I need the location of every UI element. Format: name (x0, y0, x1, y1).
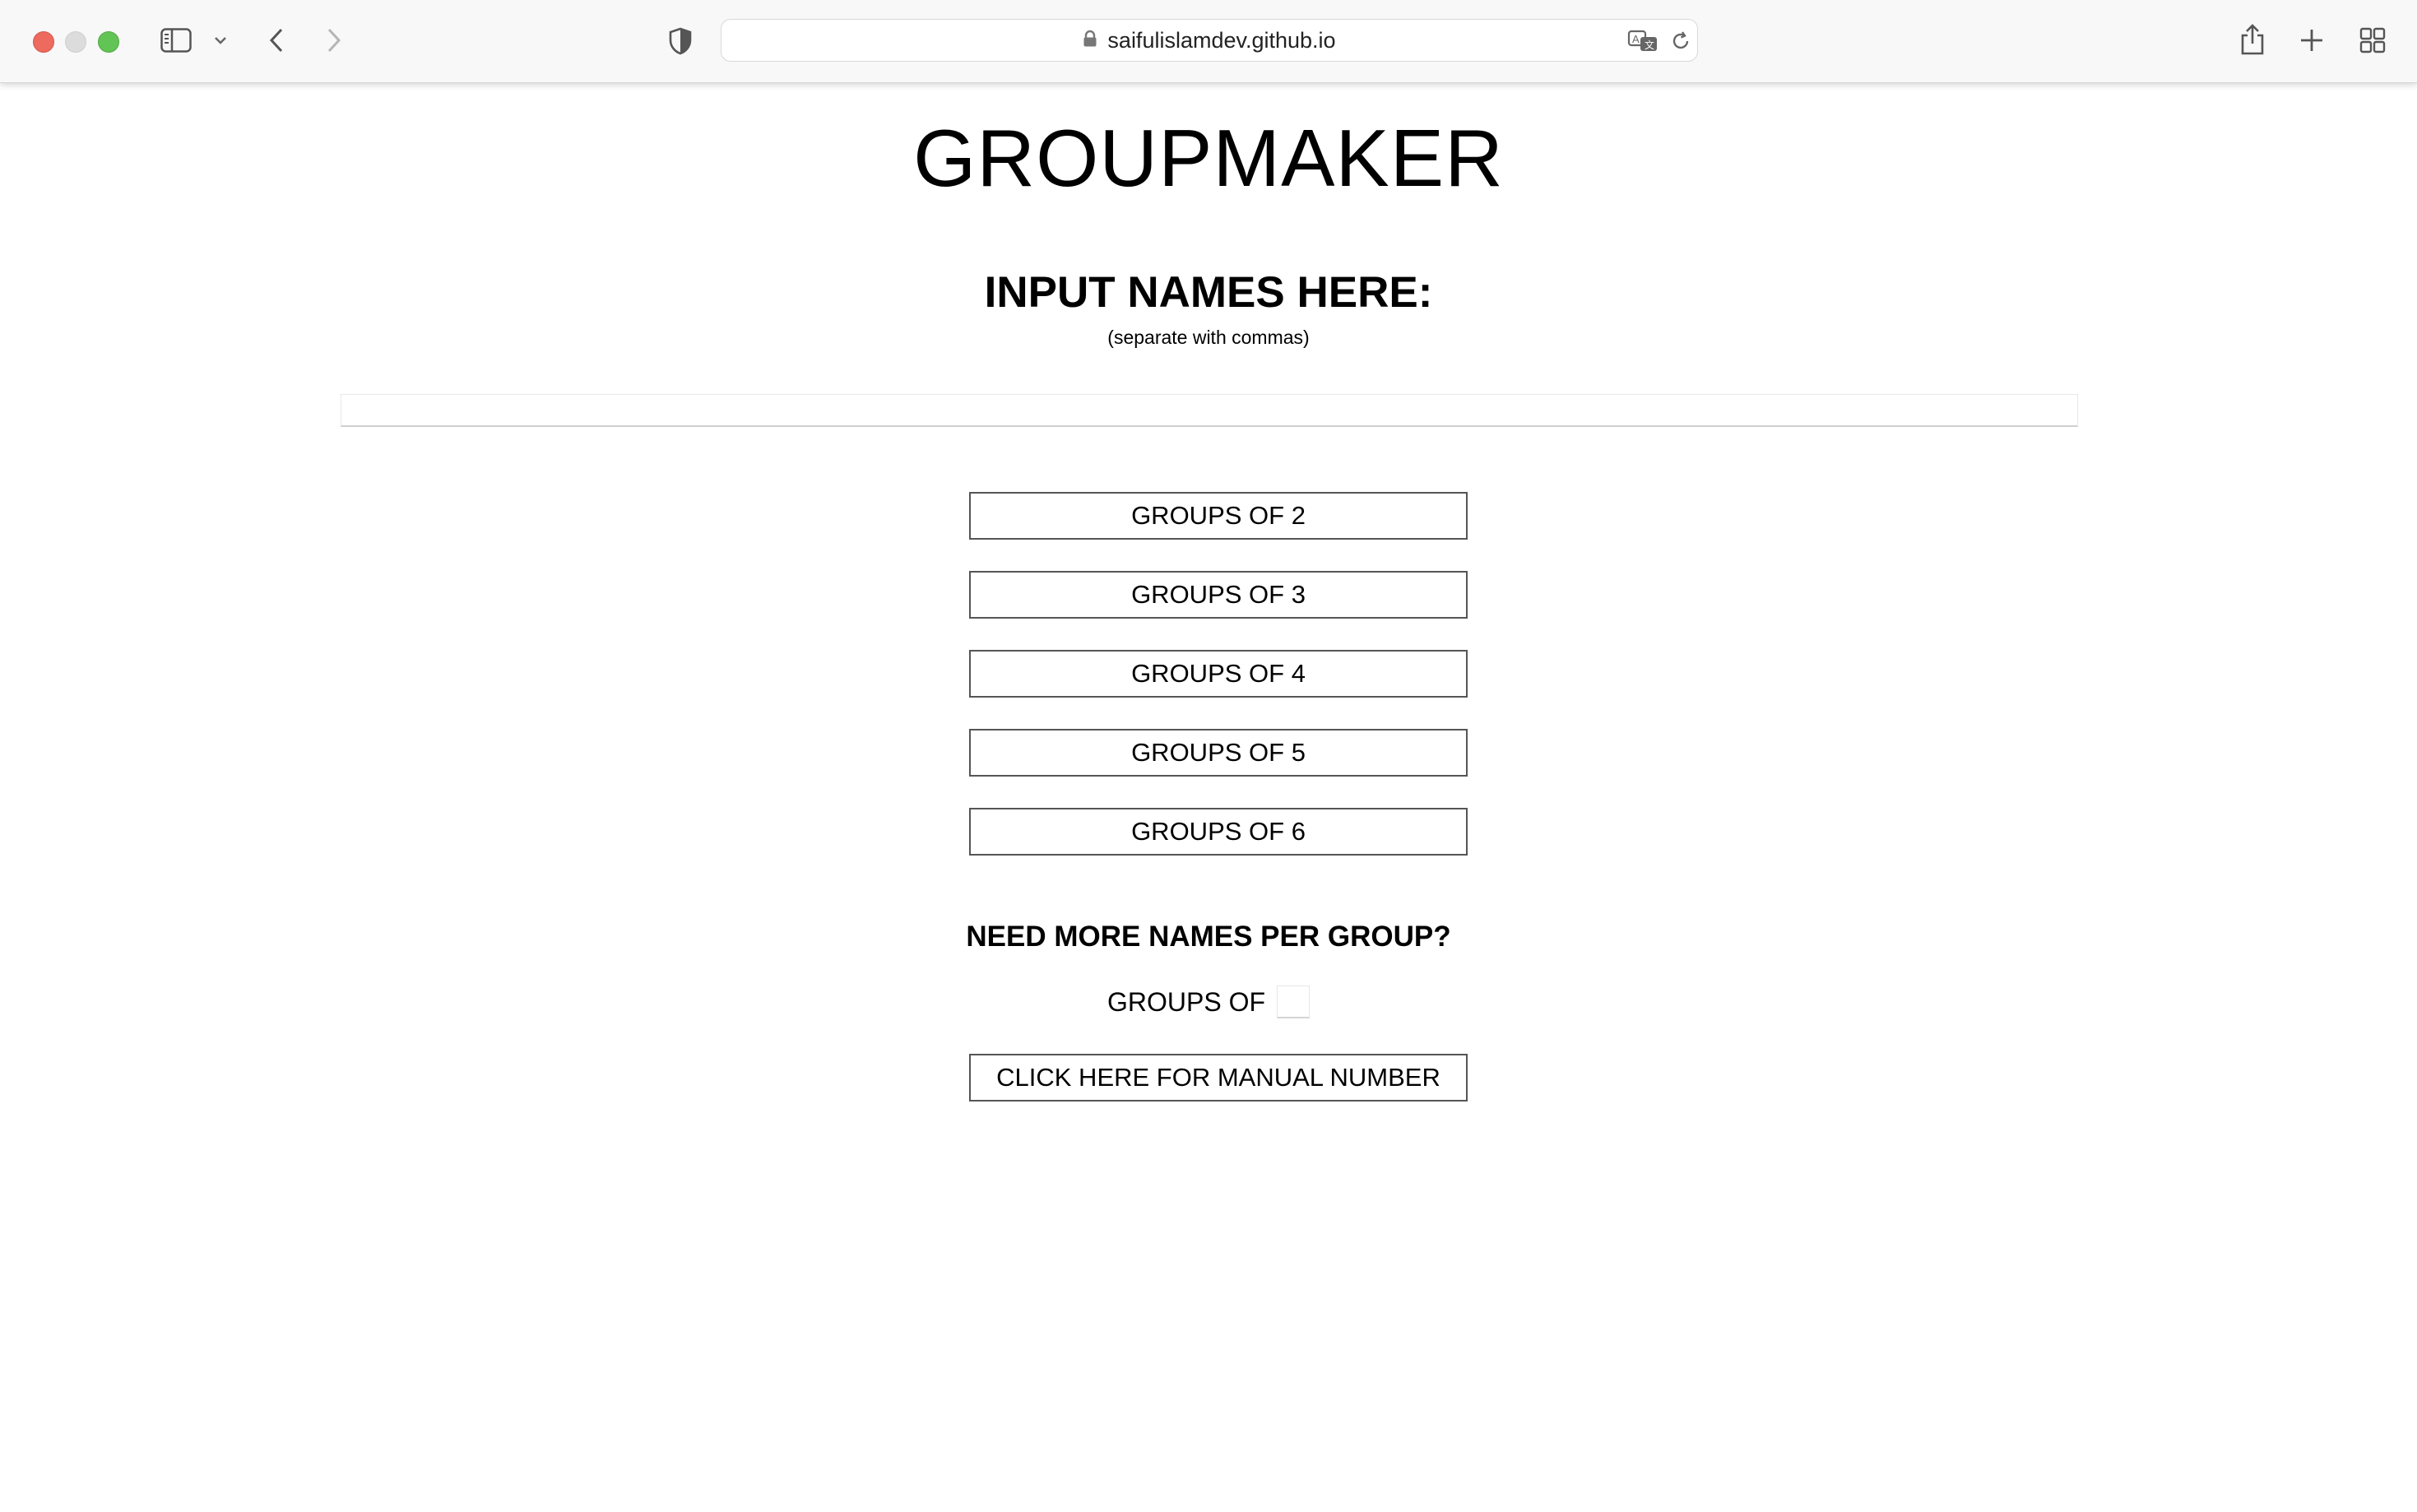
chevron-down-icon[interactable] (211, 31, 230, 49)
groups-of-4-button[interactable]: GROUPS OF 4 (969, 650, 1468, 698)
close-window-button[interactable] (33, 31, 54, 53)
groups-of-6-button[interactable]: GROUPS OF 6 (969, 808, 1468, 856)
shield-icon[interactable] (666, 26, 694, 56)
manual-group-size-label: GROUPS OF (1106, 986, 1265, 1017)
manual-number-button[interactable]: CLICK HERE FOR MANUAL NUMBER (969, 1054, 1468, 1102)
manual-group-size-row: GROUPS OF (0, 986, 2417, 1018)
page-title: GROUPMAKER (913, 113, 1504, 203)
sidebar-icon[interactable] (160, 26, 193, 54)
svg-text:A: A (1632, 33, 1640, 45)
page-content: GROUPMAKER INPUT NAMES HERE: (separate w… (0, 83, 2417, 1512)
groups-of-3-button[interactable]: GROUPS OF 3 (969, 571, 1468, 619)
more-names-heading: NEED MORE NAMES PER GROUP? (966, 921, 1451, 953)
manual-group-size-input[interactable] (1277, 986, 1310, 1018)
grid-icon[interactable] (2358, 26, 2387, 55)
groups-of-5-button[interactable]: GROUPS OF 5 (969, 729, 1468, 777)
address-bar[interactable]: saifulislamdev.github.io A 文 (721, 19, 1698, 62)
lock-icon (1083, 28, 1097, 53)
input-names-heading: INPUT NAMES HERE: (984, 268, 1433, 317)
plus-icon[interactable] (2297, 26, 2327, 55)
share-icon[interactable] (2236, 21, 2269, 58)
chevron-right-icon[interactable] (321, 25, 347, 56)
minimize-window-button[interactable] (65, 31, 86, 53)
groups-of-2-button[interactable]: GROUPS OF 2 (969, 492, 1468, 540)
reload-icon[interactable] (1669, 30, 1692, 53)
translate-icon[interactable]: A 文 (1626, 28, 1661, 54)
names-input[interactable] (341, 394, 2078, 427)
browser-toolbar: saifulislamdev.github.io A 文 (0, 0, 2417, 83)
maximize-window-button[interactable] (98, 31, 119, 53)
chevron-left-icon[interactable] (263, 25, 290, 56)
url-text: saifulislamdev.github.io (1107, 27, 1336, 53)
svg-text:文: 文 (1645, 39, 1654, 51)
input-names-hint: (separate with commas) (1107, 327, 1310, 348)
